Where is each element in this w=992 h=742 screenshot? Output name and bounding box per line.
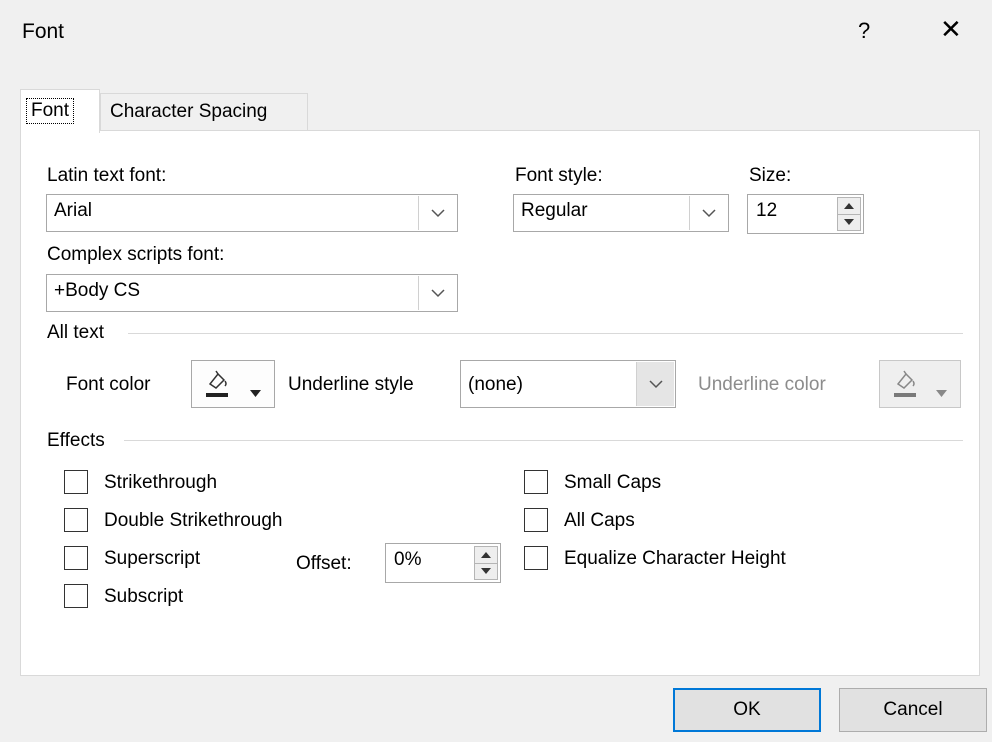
subscript-checkbox[interactable] [64,584,88,608]
latin-font-combo[interactable]: Arial [46,194,458,232]
tab-character-spacing[interactable]: Character Spacing [100,93,308,131]
spin-down-button[interactable] [475,562,497,580]
tab-character-spacing-label: Character Spacing [110,101,268,122]
help-icon[interactable]: ? [858,18,870,44]
small-caps-label: Small Caps [564,472,662,493]
all-caps-label: All Caps [564,510,635,531]
underline-color-swatch [894,393,916,397]
strikethrough-label: Strikethrough [104,472,218,493]
double-strikethrough-checkbox[interactable] [64,508,88,532]
underline-color-label: Underline color [698,374,826,395]
complex-font-value: +Body CS [54,280,141,301]
all-text-section-label: All text [47,322,105,343]
font-style-combo[interactable]: Regular [513,194,729,232]
underline-color-button[interactable] [879,360,961,408]
font-color-label: Font color [66,374,151,395]
close-icon[interactable]: ✕ [940,14,962,45]
complex-font-label: Complex scripts font: [47,244,225,265]
offset-label: Offset: [296,553,352,574]
chevron-down-icon[interactable] [418,276,456,310]
effects-section-label: Effects [47,430,105,451]
small-caps-checkbox[interactable] [524,470,548,494]
spin-up-button[interactable] [838,198,860,214]
size-label: Size: [749,165,792,186]
underline-style-value: (none) [468,374,523,395]
caret-down-icon [250,381,261,403]
superscript-checkbox[interactable] [64,546,88,570]
font-color-button[interactable] [191,360,275,408]
caret-down-icon [936,381,947,403]
effects-separator [124,440,963,441]
spin-up-button[interactable] [475,547,497,563]
size-value: 12 [756,200,778,221]
dialog-title: Font [22,20,65,43]
font-style-value: Regular [521,200,588,221]
spin-up-down-icon[interactable] [474,546,498,580]
complex-font-combo[interactable]: +Body CS [46,274,458,312]
chevron-down-icon[interactable] [689,196,727,230]
chevron-down-icon[interactable] [636,362,674,406]
chevron-down-icon[interactable] [418,196,456,230]
double-strikethrough-label: Double Strikethrough [104,510,283,531]
equalize-height-checkbox[interactable] [524,546,548,570]
offset-spinner[interactable]: 0% [385,543,501,583]
subscript-label: Subscript [104,586,184,607]
tab-font-label: Font [26,98,75,124]
cancel-button[interactable]: Cancel [839,688,987,732]
ok-button[interactable]: OK [673,688,821,732]
all-caps-checkbox[interactable] [524,508,548,532]
spin-down-button[interactable] [838,213,860,231]
latin-font-value: Arial [54,200,93,221]
font-color-swatch [206,393,228,397]
spin-up-down-icon[interactable] [837,197,861,231]
font-style-label: Font style: [515,165,603,186]
strikethrough-checkbox[interactable] [64,470,88,494]
underline-style-label: Underline style [288,374,414,395]
tab-font[interactable]: Font [20,89,100,133]
underline-style-combo[interactable]: (none) [460,360,676,408]
offset-value: 0% [394,549,422,570]
equalize-height-label: Equalize Character Height [564,548,786,569]
superscript-label: Superscript [104,548,201,569]
all-text-separator [128,333,963,334]
size-spinner[interactable]: 12 [747,194,864,234]
latin-font-label: Latin text font: [47,165,167,186]
